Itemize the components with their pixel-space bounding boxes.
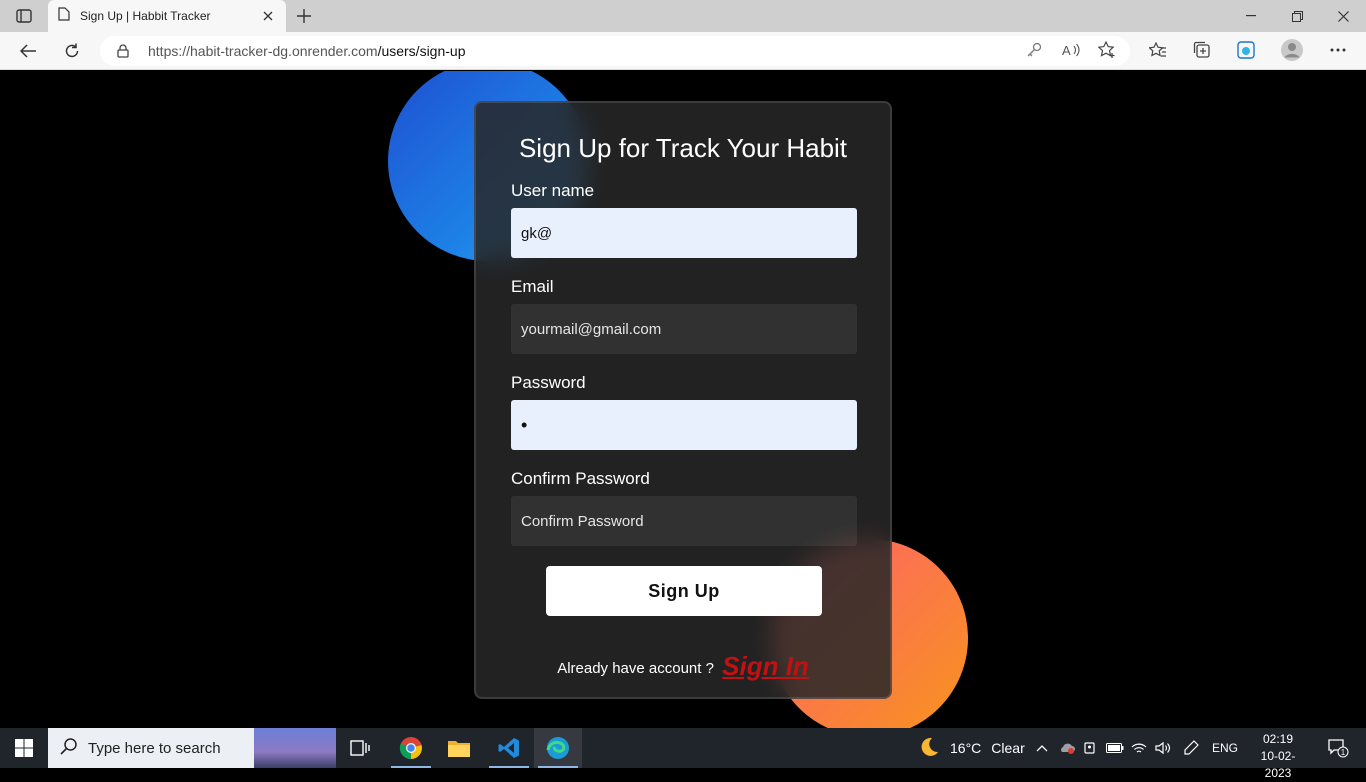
moon-icon <box>918 736 940 761</box>
battery-icon[interactable] <box>1104 728 1126 768</box>
lock-icon[interactable] <box>114 42 132 60</box>
username-input[interactable] <box>511 208 857 258</box>
task-view-icon[interactable] <box>336 728 384 768</box>
edge-sidebar-icon[interactable] <box>1234 38 1258 62</box>
new-tab-icon[interactable] <box>293 6 315 26</box>
weather-temp: 16°C <box>950 740 982 756</box>
page-title: Sign Up for Track Your Habit <box>518 133 848 163</box>
volume-icon[interactable] <box>1152 728 1174 768</box>
more-menu-icon[interactable] <box>1326 38 1350 62</box>
meet-now-icon[interactable] <box>1080 728 1102 768</box>
system-clock[interactable]: 02:19 10-02-2023 <box>1248 731 1308 782</box>
browser-tab-bar: Sign Up | Habbit Tracker <box>0 0 1366 32</box>
already-have-account-text: Already have account ? <box>557 660 714 677</box>
email-label: Email <box>511 277 554 296</box>
chrome-icon[interactable] <box>387 728 435 768</box>
wifi-icon[interactable] <box>1128 728 1150 768</box>
language-indicator[interactable]: ENG <box>1212 728 1238 768</box>
back-icon[interactable] <box>13 36 43 66</box>
vscode-icon[interactable] <box>485 728 533 768</box>
url-host: https://habit-tracker-dg.onrender.com <box>148 43 378 59</box>
confirm-password-input[interactable] <box>511 496 857 546</box>
minimize-icon[interactable] <box>1228 0 1274 32</box>
signin-prompt: Already have account ? Sign In <box>476 651 890 682</box>
browser-tab-active[interactable]: Sign Up | Habbit Tracker <box>48 0 286 32</box>
pen-icon[interactable] <box>1180 728 1202 768</box>
tab-actions-icon[interactable] <box>8 6 40 26</box>
collections-icon[interactable] <box>1190 38 1214 62</box>
weather-widget[interactable]: 16°C Clear <box>918 728 1025 768</box>
add-favorite-icon[interactable] <box>1095 38 1119 62</box>
close-window-icon[interactable] <box>1320 0 1366 32</box>
page-icon <box>58 6 70 26</box>
edge-icon[interactable] <box>534 728 582 768</box>
username-label: User name <box>511 181 595 200</box>
password-input[interactable]: • <box>511 400 857 450</box>
windows-taskbar: Type here to search 16°C Clear ENG 02:19… <box>0 728 1366 780</box>
refresh-icon[interactable] <box>57 36 87 66</box>
search-icon <box>60 737 78 760</box>
taskbar-search[interactable]: Type here to search <box>48 728 336 768</box>
show-hidden-icons[interactable] <box>1032 728 1052 768</box>
page-body: Sign Up for Track Your Habit User name E… <box>0 71 1366 728</box>
confirm-password-label: Confirm Password <box>511 469 650 488</box>
signup-card: Sign Up for Track Your Habit User name E… <box>474 101 892 699</box>
file-explorer-icon[interactable] <box>435 728 483 768</box>
onedrive-icon[interactable] <box>1056 728 1078 768</box>
url-text: https://habit-tracker-dg.onrender.com/us… <box>148 43 466 59</box>
clock-time: 02:19 <box>1262 732 1294 746</box>
notification-center-icon[interactable]: 1 <box>1318 728 1358 768</box>
email-input[interactable] <box>511 304 857 354</box>
key-icon[interactable] <box>1022 38 1046 62</box>
windows-start-icon[interactable] <box>0 728 48 768</box>
signup-button[interactable]: Sign Up <box>546 566 822 616</box>
svg-text:A: A <box>1062 43 1071 57</box>
address-bar: https://habit-tracker-dg.onrender.com/us… <box>0 32 1366 70</box>
close-tab-icon[interactable] <box>260 8 276 24</box>
notification-count: 1 <box>1341 748 1346 757</box>
favorites-icon[interactable] <box>1146 38 1170 62</box>
password-label: Password <box>511 373 586 392</box>
url-field[interactable]: https://habit-tracker-dg.onrender.com/us… <box>100 36 1130 66</box>
restore-icon[interactable] <box>1274 0 1320 32</box>
clock-date: 10-02-2023 <box>1260 749 1296 780</box>
search-placeholder: Type here to search <box>88 739 221 757</box>
read-aloud-icon[interactable]: A <box>1059 38 1083 62</box>
signin-link[interactable]: Sign In <box>722 651 809 681</box>
profile-avatar[interactable] <box>1280 38 1304 62</box>
search-highlight-image <box>254 728 336 768</box>
url-path: /users/sign-up <box>377 43 466 59</box>
weather-description: Clear <box>991 740 1025 756</box>
tab-title: Sign Up | Habbit Tracker <box>80 9 211 23</box>
